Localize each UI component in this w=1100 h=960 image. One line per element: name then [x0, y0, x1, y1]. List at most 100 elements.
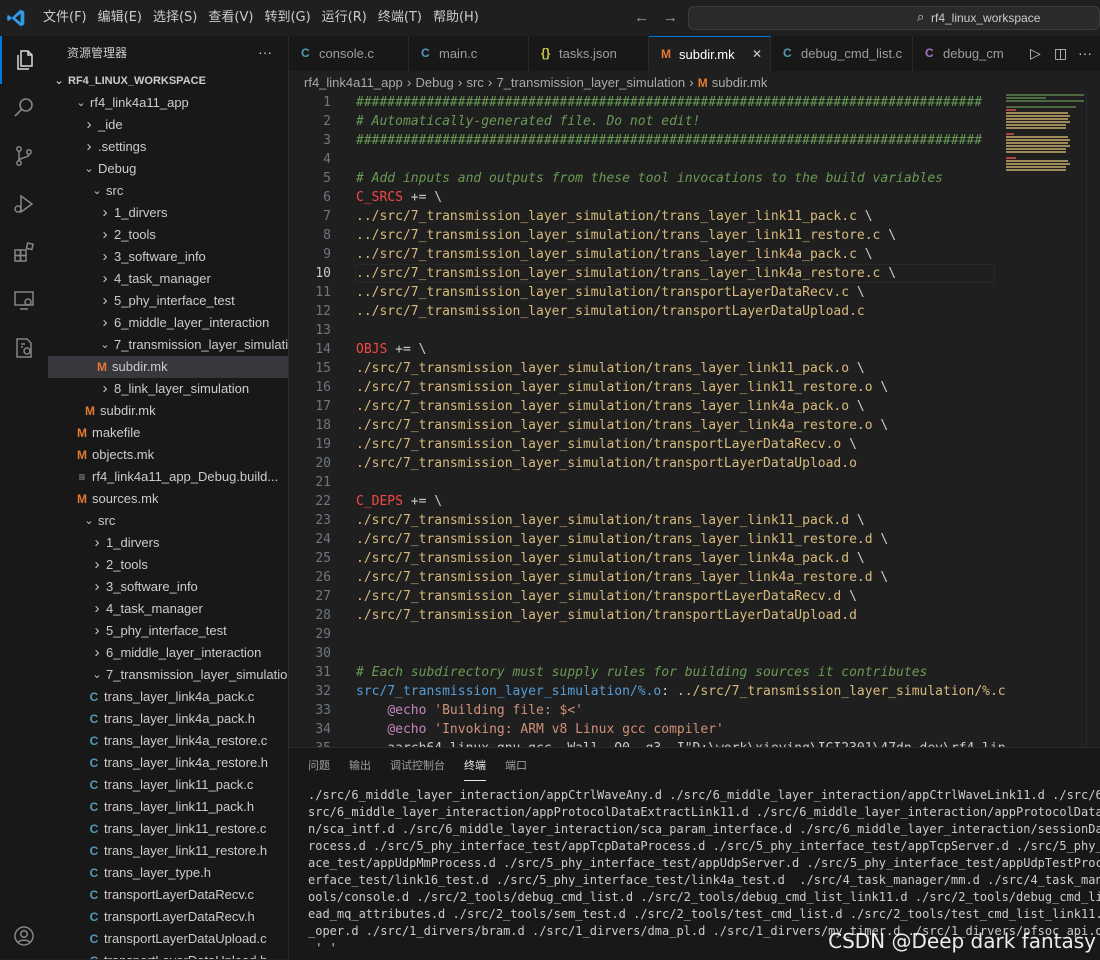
code-editor[interactable]: 1 #######################################… — [289, 93, 1100, 747]
tree-folder[interactable]: ⌄ 7_transmission_layer_simulation — [48, 334, 288, 356]
tree-folder[interactable]: › .settings — [48, 136, 288, 158]
line-number: 6 — [323, 190, 331, 205]
panel-tab[interactable]: 输出 — [349, 748, 371, 784]
breadcrumb-item[interactable]: Debug — [415, 75, 453, 90]
search-activity[interactable] — [0, 84, 48, 132]
tree-item-label: 7_transmission_layer_simulation — [114, 337, 289, 352]
tree-file[interactable]: Mobjects.mk — [48, 444, 288, 466]
tree-file[interactable]: Ctrans_layer_link4a_pack.c — [48, 686, 288, 708]
menu-item[interactable]: 文件(F) — [43, 0, 93, 36]
tree-file[interactable]: Msubdir.mk — [48, 400, 288, 422]
tab-console-c[interactable]: Cconsole.c — [289, 36, 409, 71]
code-token: \ — [841, 437, 857, 452]
more-actions-icon[interactable]: ··· — [1078, 45, 1092, 61]
tree-folder[interactable]: › 5_phy_interface_test — [48, 290, 288, 312]
tab-debug-cm[interactable]: Cdebug_cm — [913, 36, 1033, 71]
tree-file[interactable]: Ctrans_layer_link11_restore.c — [48, 818, 288, 840]
tree-file[interactable]: Ctrans_layer_link11_pack.h — [48, 796, 288, 818]
run-debug-activity[interactable] — [0, 180, 48, 228]
breadcrumb-item[interactable]: 7_transmission_layer_simulation — [496, 75, 685, 90]
tree-folder[interactable]: ⌄ 7_transmission_layer_simulation — [48, 664, 288, 686]
tab-main-c[interactable]: Cmain.c — [409, 36, 529, 71]
code-token: ../src/7_transmission_layer_simulation/t… — [356, 266, 881, 281]
command-center-search[interactable]: ⌕ rf4_linux_workspace — [688, 6, 1100, 30]
tab-debug-cmd-list-c[interactable]: Cdebug_cmd_list.c — [771, 36, 913, 71]
search-icon — [14, 98, 33, 117]
tree-folder[interactable]: › 8_link_layer_simulation — [48, 378, 288, 400]
tree-file[interactable]: CtransportLayerDataUpload.c — [48, 928, 288, 950]
panel-tab[interactable]: 问题 — [308, 748, 330, 784]
breadcrumb-item[interactable]: subdir.mk — [712, 75, 768, 90]
tree-folder[interactable]: › _ide — [48, 114, 288, 136]
tree-folder[interactable]: › 4_task_manager — [48, 268, 288, 290]
makefile-icon: M — [661, 47, 671, 61]
tree-folder[interactable]: › 1_dirvers — [48, 202, 288, 224]
explorer-activity[interactable] — [0, 36, 48, 84]
tree-folder[interactable]: › 6_middle_layer_interaction — [48, 642, 288, 664]
tab-tasks-json[interactable]: {} tasks.json — [529, 36, 649, 71]
makefile-icon: M — [77, 448, 87, 462]
breadcrumb-item[interactable]: src — [466, 75, 483, 90]
minimap[interactable] — [1004, 93, 1086, 173]
menu-item[interactable]: 选择(S) — [153, 0, 203, 36]
tree-file[interactable]: Ctrans_layer_link4a_restore.c — [48, 730, 288, 752]
back-arrow-icon[interactable]: ← — [634, 9, 649, 26]
tree-file[interactable]: CtransportLayerDataUpload.h — [48, 950, 288, 959]
tree-file[interactable]: ≡ rf4_link4a11_app_Debug.build... — [48, 466, 288, 488]
tree-folder[interactable]: › 1_dirvers — [48, 532, 288, 554]
menu-item[interactable]: 查看(V) — [208, 0, 259, 36]
tree-folder[interactable]: › 3_software_info — [48, 246, 288, 268]
breadcrumb-item[interactable]: rf4_link4a11_app — [304, 75, 403, 90]
tree-folder[interactable]: ⌄ src — [48, 510, 288, 532]
tree-file[interactable]: CtransportLayerDataRecv.h — [48, 906, 288, 928]
tree-folder[interactable]: › 2_tools — [48, 224, 288, 246]
menu-item[interactable]: 转到(G) — [264, 0, 316, 36]
tree-file[interactable]: Ctrans_layer_link4a_restore.h — [48, 752, 288, 774]
source-control-activity[interactable] — [0, 132, 48, 180]
tree-folder[interactable]: › 3_software_info — [48, 576, 288, 598]
tree-folder[interactable]: ⌄ src — [48, 180, 288, 202]
forward-arrow-icon[interactable]: → — [663, 9, 678, 26]
code-token: @echo — [387, 703, 427, 718]
editor-scrollbar[interactable] — [1086, 93, 1100, 747]
tree-file[interactable]: Ctrans_layer_link11_restore.h — [48, 840, 288, 862]
tab-subdir-mk[interactable]: Msubdir.mk ✕ — [649, 36, 771, 71]
code-line: ../src/7_transmission_layer_simulation/t… — [356, 245, 873, 264]
tree-folder[interactable]: › 4_task_manager — [48, 598, 288, 620]
tree-file[interactable]: Ctrans_layer_link11_pack.c — [48, 774, 288, 796]
tree-file[interactable]: Ctrans_layer_link4a_pack.h — [48, 708, 288, 730]
menu-item[interactable]: 帮助(H) — [433, 0, 485, 36]
menu-item[interactable]: 运行(R) — [322, 0, 373, 36]
menu-item[interactable]: 终端(T) — [378, 0, 428, 36]
accounts-activity[interactable] — [0, 912, 48, 960]
tree-file[interactable]: Msources.mk — [48, 488, 288, 510]
line-number: 14 — [315, 342, 331, 357]
tree-file[interactable]: Ctrans_layer_type.h — [48, 862, 288, 884]
tree-folder[interactable]: ⌄ Debug — [48, 158, 288, 180]
line-number: 24 — [315, 532, 331, 547]
run-icon[interactable]: ▷ — [1030, 45, 1041, 62]
remote-explorer-activity[interactable] — [0, 276, 48, 324]
tree-file[interactable]: CtransportLayerDataRecv.c — [48, 884, 288, 906]
tree-folder[interactable]: ⌄ RF4_LINUX_WORKSPACE — [48, 70, 288, 92]
panel-tab[interactable]: 调试控制台 — [390, 748, 445, 784]
tree-folder[interactable]: ⌄ rf4_link4a11_app — [48, 92, 288, 114]
panel-tab[interactable]: 终端 — [464, 752, 486, 781]
more-actions-icon[interactable]: ··· — [258, 36, 272, 68]
tree-folder[interactable]: › 2_tools — [48, 554, 288, 576]
panel-tab[interactable]: 端口 — [505, 748, 527, 784]
tree-file[interactable]: Mmakefile — [48, 422, 288, 444]
code-line: ../src/7_transmission_layer_simulation/t… — [356, 226, 896, 245]
close-icon[interactable]: ✕ — [752, 37, 762, 71]
tree-file[interactable]: Msubdir.mk — [48, 356, 288, 378]
tree-item-label: trans_layer_link11_pack.h — [104, 799, 255, 814]
menu-item[interactable]: 编辑(E) — [98, 0, 148, 36]
line-number: 28 — [315, 608, 331, 623]
containers-activity[interactable] — [0, 324, 48, 372]
chevron-right-icon: › — [94, 622, 100, 639]
tree-folder[interactable]: › 5_phy_interface_test — [48, 620, 288, 642]
extensions-activity[interactable] — [0, 228, 48, 276]
split-editor-icon[interactable]: ◫ — [1054, 45, 1067, 62]
tab-label: console.c — [319, 46, 374, 61]
tree-folder[interactable]: › 6_middle_layer_interaction — [48, 312, 288, 334]
